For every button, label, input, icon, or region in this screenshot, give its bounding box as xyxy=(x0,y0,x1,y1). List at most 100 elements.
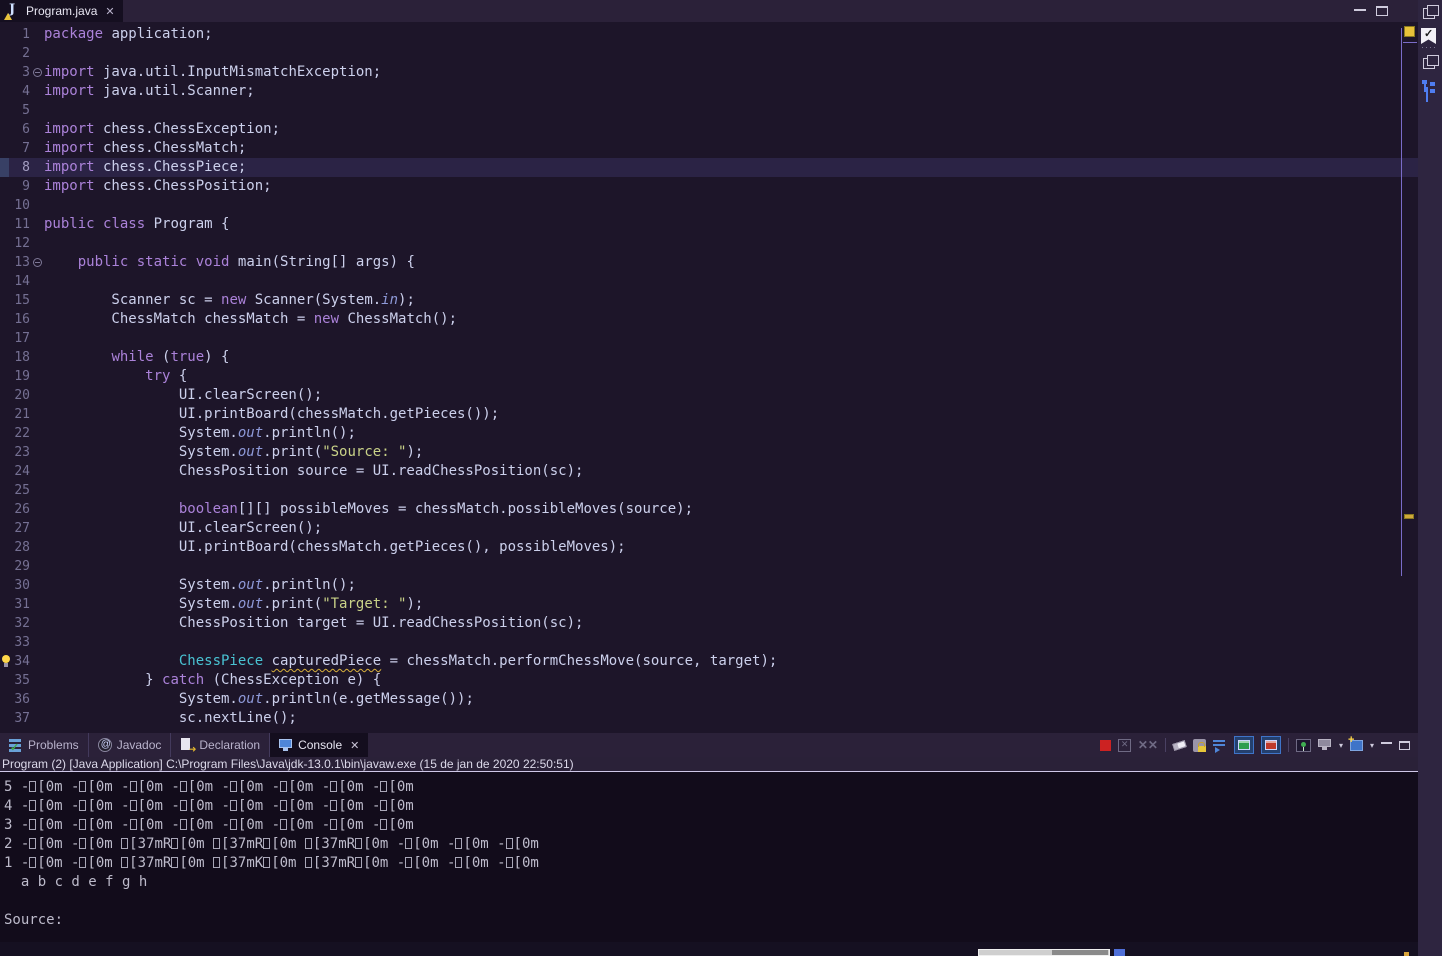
fold-collapse-icon[interactable] xyxy=(32,68,42,77)
line-number[interactable]: 26 xyxy=(0,500,30,519)
code-line[interactable]: 13 public static void main(String[] args… xyxy=(0,253,1418,272)
line-number[interactable]: 23 xyxy=(0,443,30,462)
line-number[interactable]: 14 xyxy=(0,272,30,291)
tab-program-java[interactable]: J Program.java ✕ xyxy=(0,0,123,22)
close-tab-icon[interactable]: ✕ xyxy=(105,5,114,18)
line-number[interactable]: 4 xyxy=(0,82,30,101)
code-line[interactable]: 22 System.out.println(); xyxy=(0,424,1418,443)
line-number[interactable]: 24 xyxy=(0,462,30,481)
overview-warning-header-marker[interactable] xyxy=(1404,26,1415,37)
tab-javadoc[interactable]: Javadoc xyxy=(89,733,172,757)
line-number[interactable]: 30 xyxy=(0,576,30,595)
console-output[interactable]: 5 - [0m - [0m - [0m - [0m - [0m - [0m - [0m - [0… xyxy=(0,772,1418,942)
line-number[interactable]: 22 xyxy=(0,424,30,443)
open-console-dropdown-icon[interactable]: ▾ xyxy=(1370,741,1374,750)
tab-declaration[interactable]: Declaration xyxy=(171,733,271,757)
code-line[interactable]: 18 while (true) { xyxy=(0,348,1418,367)
code-line[interactable]: 12 xyxy=(0,234,1418,253)
code-line[interactable]: 27 UI.clearScreen(); xyxy=(0,519,1418,538)
minimize-editor-icon[interactable] xyxy=(1354,9,1366,13)
code-line[interactable]: 3 import java.util.InputMismatchException… xyxy=(0,63,1418,82)
line-number[interactable]: 5 xyxy=(0,101,30,120)
code-line[interactable]: 9 import chess.ChessPosition; xyxy=(0,177,1418,196)
line-number[interactable]: 21 xyxy=(0,405,30,424)
code-editor[interactable]: 1 package application; 2 3 import java.util.… xyxy=(0,22,1418,733)
line-number[interactable]: 6 xyxy=(0,120,30,139)
scroll-lock-button[interactable] xyxy=(1192,738,1206,752)
code-line[interactable]: 30 System.out.println(); xyxy=(0,576,1418,595)
code-line[interactable]: 10 xyxy=(0,196,1418,215)
code-line[interactable]: 24 ChessPosition source = UI.readChessPo… xyxy=(0,462,1418,481)
code-line[interactable]: 35 } catch (ChessException e) { xyxy=(0,671,1418,690)
tab-console[interactable]: Console ✕ xyxy=(270,733,369,757)
overview-ruler[interactable] xyxy=(1402,22,1418,733)
quickfix-lightbulb-icon[interactable] xyxy=(1,655,11,668)
word-wrap-button[interactable] xyxy=(1212,739,1227,753)
code-line[interactable]: 25 xyxy=(0,481,1418,500)
line-number[interactable]: 27 xyxy=(0,519,30,538)
code-line[interactable]: 37 sc.nextLine(); xyxy=(0,709,1418,728)
code-line[interactable]: 28 UI.printBoard(chessMatch.getPieces(),… xyxy=(0,538,1418,557)
line-number[interactable]: 20 xyxy=(0,386,30,405)
line-number[interactable]: 29 xyxy=(0,557,30,576)
restore-view-icon-2[interactable] xyxy=(1423,55,1439,69)
code-line[interactable]: 23 System.out.print("Source: "); xyxy=(0,443,1418,462)
code-line[interactable]: 36 System.out.println(e.getMessage()); xyxy=(0,690,1418,709)
line-number[interactable]: 16 xyxy=(0,310,30,329)
minimize-panel-icon[interactable] xyxy=(1381,742,1392,748)
code-line[interactable]: 34 ChessPiece capturedPiece = chessMatch… xyxy=(0,652,1418,671)
line-number[interactable]: 1 xyxy=(0,25,30,44)
code-line[interactable]: 4 import java.util.Scanner; xyxy=(0,82,1418,101)
close-console-tab-icon[interactable]: ✕ xyxy=(350,739,359,752)
code-line[interactable]: 14 xyxy=(0,272,1418,291)
code-line[interactable]: 32 ChessPosition target = UI.readChessPo… xyxy=(0,614,1418,633)
line-number[interactable]: 31 xyxy=(0,595,30,614)
line-number[interactable]: 15 xyxy=(0,291,30,310)
code-line[interactable]: 6 import chess.ChessException; xyxy=(0,120,1418,139)
line-number[interactable]: 32 xyxy=(0,614,30,633)
code-line[interactable]: 17 xyxy=(0,329,1418,348)
line-number[interactable]: 25 xyxy=(0,481,30,500)
code-line[interactable]: 2 xyxy=(0,44,1418,63)
code-line[interactable]: 20 UI.clearScreen(); xyxy=(0,386,1418,405)
line-number[interactable]: 18 xyxy=(0,348,30,367)
code-line[interactable]: 19 try { xyxy=(0,367,1418,386)
line-number[interactable]: 3 xyxy=(0,63,30,82)
line-number[interactable]: 19 xyxy=(0,367,30,386)
show-console-on-stdout-toggle[interactable] xyxy=(1233,736,1254,754)
code-line[interactable]: 11 public class Program { xyxy=(0,215,1418,234)
line-number[interactable]: 9 xyxy=(0,177,30,196)
line-number[interactable]: 11 xyxy=(0,215,30,234)
line-number[interactable]: 17 xyxy=(0,329,30,348)
code-line[interactable]: 16 ChessMatch chessMatch = new ChessMatc… xyxy=(0,310,1418,329)
pin-console-button[interactable] xyxy=(1295,738,1311,752)
line-number[interactable]: 37 xyxy=(0,709,30,728)
code-line[interactable]: 7 import chess.ChessMatch; xyxy=(0,139,1418,158)
tab-problems[interactable]: ✓ Problems xyxy=(0,733,89,757)
line-number[interactable]: 12 xyxy=(0,234,30,253)
line-number[interactable]: 2 xyxy=(0,44,30,63)
overview-warning-marker[interactable] xyxy=(1404,514,1414,519)
line-number[interactable]: 13 xyxy=(0,253,30,272)
remove-launch-button[interactable] xyxy=(1117,738,1131,752)
code-line[interactable]: 29 xyxy=(0,557,1418,576)
line-number[interactable]: 33 xyxy=(0,633,30,652)
show-console-on-stderr-toggle[interactable] xyxy=(1260,736,1281,754)
line-number[interactable]: 7 xyxy=(0,139,30,158)
line-number[interactable]: 10 xyxy=(0,196,30,215)
maximize-editor-icon[interactable] xyxy=(1376,6,1388,16)
open-console-button[interactable] xyxy=(1348,734,1363,751)
code-line[interactable]: 31 System.out.print("Target: "); xyxy=(0,595,1418,614)
display-console-dropdown-icon[interactable]: ▾ xyxy=(1339,741,1343,750)
terminate-button[interactable] xyxy=(1099,739,1111,751)
restore-view-icon[interactable] xyxy=(1423,5,1439,19)
remove-all-terminated-button[interactable]: ✕✕ xyxy=(1138,738,1158,752)
code-line[interactable]: 15 Scanner sc = new Scanner(System.in); xyxy=(0,291,1418,310)
fold-collapse-icon[interactable] xyxy=(32,258,42,267)
line-number[interactable]: 35 xyxy=(0,671,30,690)
outline-view-icon[interactable] xyxy=(1422,80,1436,93)
display-selected-console-button[interactable] xyxy=(1317,739,1332,751)
code-line[interactable]: 26 boolean[][] possibleMoves = chessMatc… xyxy=(0,500,1418,519)
maximize-panel-icon[interactable] xyxy=(1399,740,1410,750)
code-line[interactable]: 1 package application; xyxy=(0,25,1418,44)
